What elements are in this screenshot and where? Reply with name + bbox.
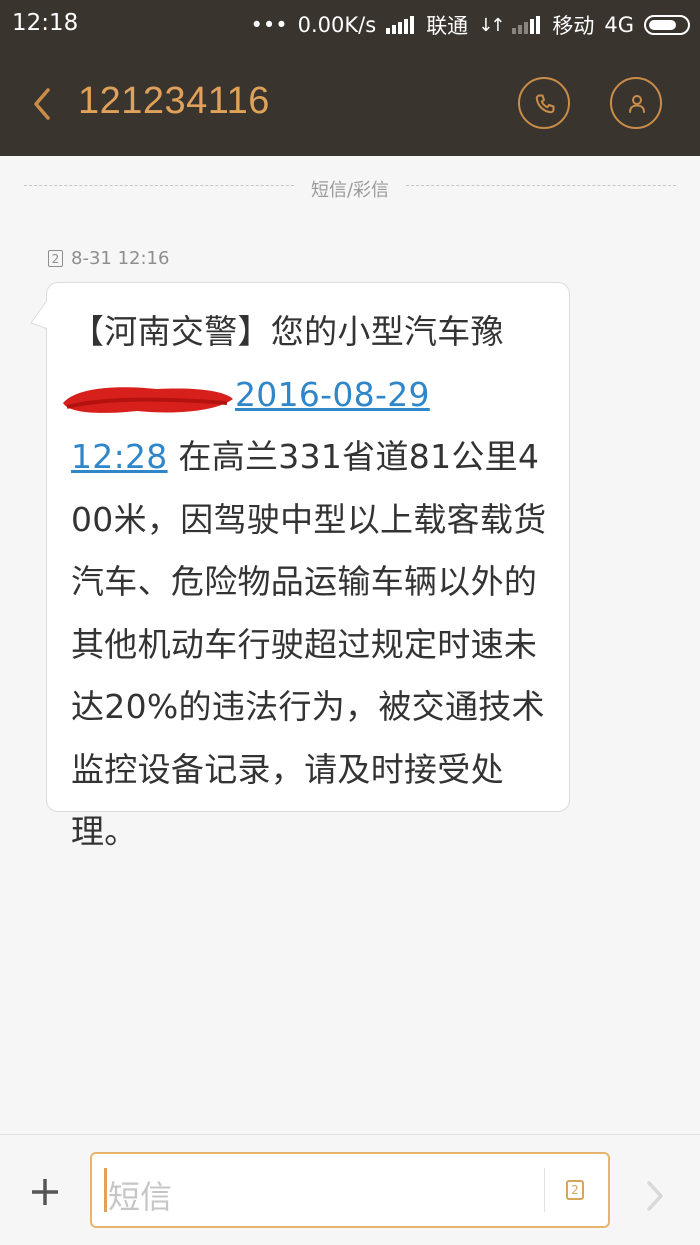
text-caret	[104, 1168, 107, 1212]
input-separator	[544, 1168, 545, 1212]
signal-icon	[386, 16, 416, 34]
more-dots-icon: •••	[250, 13, 288, 37]
signal-icon-2	[512, 16, 542, 34]
network-speed: 0.00K/s	[297, 13, 377, 37]
status-bar: 12:18 ••• 0.00K/s 联通 ↓↑ 移动 4G	[0, 0, 700, 50]
call-button[interactable]	[518, 77, 570, 129]
conversation-header: 121234116	[0, 50, 700, 156]
contact-button[interactable]	[610, 77, 662, 129]
time-link[interactable]: 12:28	[71, 437, 168, 476]
message-bubble[interactable]: 【河南交警】您的小型汽车豫 2016-08-29 12:28 在高兰331省道81…	[30, 282, 570, 851]
message-body: 【河南交警】您的小型汽车豫 2016-08-29 12:28 在高兰331省道81…	[63, 301, 551, 864]
redaction-mark	[57, 377, 235, 415]
message-input[interactable]: 短信 2	[90, 1152, 610, 1228]
composer-bar: 短信 2	[0, 1134, 700, 1245]
message-text-2: 在高兰331省道81公里400米，因驾驶中型以上载客载货汽车、危险物品运输车辆以…	[71, 437, 547, 851]
carrier-1: 联通	[426, 14, 469, 38]
sim-card-icon: 2	[48, 250, 63, 267]
status-indicators: ••• 0.00K/s 联通 ↓↑ 移动 4G	[240, 10, 690, 40]
data-transfer-icon: ↓↑	[478, 14, 505, 36]
bubble-tail	[30, 297, 49, 331]
network-type: 4G	[604, 13, 634, 37]
message-input-placeholder: 短信	[108, 1178, 173, 1216]
chevron-left-icon	[34, 88, 50, 120]
carrier-2: 移动	[552, 14, 595, 38]
plus-icon	[32, 1179, 58, 1205]
person-icon	[629, 95, 645, 113]
send-button[interactable]	[644, 1179, 666, 1213]
date-link[interactable]: 2016-08-29	[235, 375, 430, 414]
sim-select-icon[interactable]: 2	[566, 1180, 584, 1200]
add-attachment-button[interactable]	[28, 1175, 62, 1209]
phone-icon	[535, 94, 555, 114]
back-button[interactable]	[28, 84, 58, 124]
message-type-divider: 短信/彩信	[24, 176, 676, 201]
message-timestamp: 8-31 12:16	[71, 248, 170, 269]
battery-icon	[644, 15, 690, 35]
divider-label: 短信/彩信	[304, 180, 396, 201]
contact-number: 121234116	[78, 80, 270, 122]
message-timestamp-row: 2 8-31 12:16	[48, 248, 169, 269]
status-time: 12:18	[12, 10, 79, 36]
message-text-1: 【河南交警】您的小型汽车豫	[71, 312, 504, 351]
chevron-right-icon	[647, 1181, 663, 1211]
